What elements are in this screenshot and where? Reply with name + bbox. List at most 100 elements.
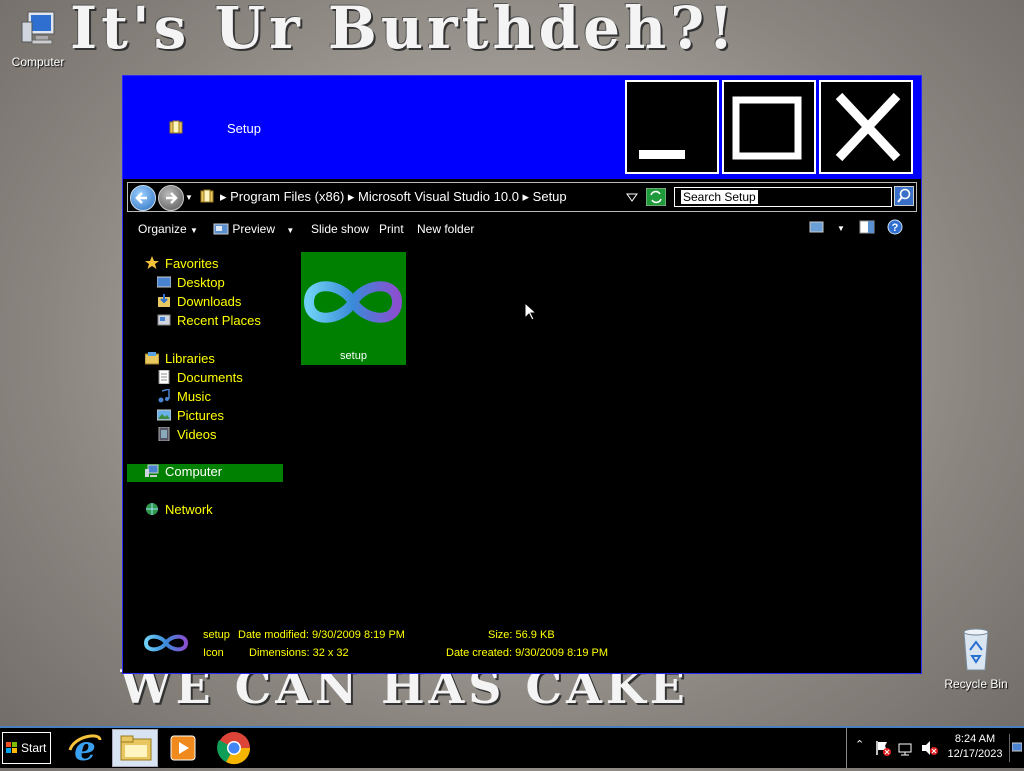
address-path[interactable]: ▸ Program Files (x86) ▸ Microsoft Visual… [220,189,567,205]
nav-favorites-label: Favorites [165,256,219,271]
title-bar[interactable]: Setup [123,76,921,179]
minimize-button[interactable] [625,80,719,174]
detail-date-created: Date created: 9/30/2009 8:19 PM [446,647,609,659]
detail-size: Size: 56.9 KB [488,629,555,641]
nav-favorites[interactable]: Favorites [145,256,218,274]
star-icon [145,256,159,270]
help-icon: ? [887,219,903,235]
print-button[interactable]: Print [379,222,404,236]
taskbar-internet-explorer[interactable]: e [66,729,104,769]
desktop-computer-label: Computer [11,55,65,69]
preview-pane-icon [859,220,875,234]
view-dropdown-icon[interactable]: ▼ [837,224,845,233]
network-icon [145,502,159,516]
start-label: Start [21,741,47,755]
internet-explorer-icon: e [68,729,102,769]
search-input[interactable]: Search Setup [674,187,892,207]
folder-icon [169,120,183,134]
forward-button[interactable] [158,185,184,211]
music-icon [157,388,171,403]
nav-desktop[interactable]: Desktop [156,275,225,293]
taskbar: Start e ⌃ 8:24 AM 12/17/2023 [0,726,1024,769]
visual-studio-infinity-icon [303,281,403,323]
volume-muted-icon[interactable] [921,740,939,756]
chrome-icon [217,732,251,765]
nav-libraries[interactable]: Libraries [144,351,215,369]
minimize-icon [639,150,685,159]
change-view-button[interactable] [809,220,825,237]
command-bar: Organize ▼ Preview ▼ Slide show Print Ne… [123,216,921,244]
nav-recent-places-label: Recent Places [177,313,261,328]
media-player-icon [170,735,196,761]
back-button[interactable] [130,185,156,211]
preview-pane-button[interactable] [859,220,875,237]
downloads-icon [157,294,171,308]
nav-computer-label: Computer [165,464,223,479]
desktop-computer-icon[interactable]: Computer [4,8,72,69]
nav-desktop-label: Desktop [177,275,225,290]
nav-network-label: Network [165,502,213,517]
maximize-button[interactable] [722,80,816,174]
mouse-cursor-icon [524,302,538,321]
view-icon [809,221,824,233]
arrow-right-icon [166,192,178,204]
nav-downloads[interactable]: Downloads [157,294,241,312]
nav-documents-label: Documents [177,370,243,385]
nav-videos[interactable]: Videos [157,426,217,445]
maximize-icon [732,96,802,160]
file-thumbnail-icon [143,634,189,652]
desktop-icon [156,275,172,289]
address-dropdown-icon[interactable] [626,193,638,203]
nav-downloads-label: Downloads [177,294,242,309]
recycle-bin-icon [963,628,989,671]
address-bar[interactable]: ▸ Program Files (x86) ▸ Microsoft Visual… [198,185,668,209]
arrow-left-icon [135,192,147,204]
nav-videos-label: Videos [177,427,217,442]
nav-network[interactable]: Network [145,502,213,520]
slideshow-button[interactable]: Slide show [311,222,369,236]
refresh-icon[interactable] [646,188,666,206]
nav-documents[interactable]: Documents [157,369,243,388]
organize-label: Organize [138,222,187,236]
preview-menu[interactable]: Preview ▼ [213,222,294,236]
file-item-setup[interactable]: setup [301,252,406,365]
search-icon [897,188,911,203]
new-folder-button[interactable]: New folder [417,222,474,236]
close-button[interactable] [819,80,913,174]
file-name-label: setup [340,350,367,362]
clock[interactable]: 8:24 AM 12/17/2023 [943,732,1007,762]
taskbar-chrome[interactable] [216,730,254,766]
search-button[interactable] [894,186,914,206]
desktop-recycle-bin[interactable]: Recycle Bin [938,626,1014,691]
recent-pages-dropdown-icon[interactable]: ▼ [185,193,193,202]
folder-icon [120,735,152,761]
network-status-icon[interactable] [897,740,913,756]
nav-computer[interactable]: Computer [127,464,283,482]
nav-music[interactable]: Music [157,388,211,407]
action-center-icon[interactable] [875,740,891,756]
detail-file-name: setup [203,629,230,641]
recent-places-icon [157,313,171,327]
system-tray: ⌃ 8:24 AM 12/17/2023 [846,728,1024,768]
start-button[interactable]: Start [2,732,51,764]
clock-date: 12/17/2023 [947,748,1003,760]
detail-file-type: Icon [203,647,224,659]
taskbar-media-player[interactable] [166,732,200,764]
show-hidden-icons-icon[interactable]: ⌃ [855,738,864,751]
organize-menu[interactable]: Organize ▼ [138,222,198,236]
nav-pictures-label: Pictures [177,408,224,423]
nav-recent-places[interactable]: Recent Places [157,313,261,331]
clock-time: 8:24 AM [954,733,996,745]
libraries-icon [144,351,160,365]
show-desktop-icon [1012,742,1022,752]
chevron-down-icon: ▼ [286,226,295,235]
pictures-icon [156,408,172,422]
nav-pictures[interactable]: Pictures [156,408,224,426]
show-desktop-button[interactable] [1009,734,1024,762]
help-button[interactable]: ? [887,219,903,238]
taskbar-windows-explorer[interactable] [112,729,158,767]
navigation-pane: Favorites Desktop Downloads Recent Place… [127,252,285,632]
documents-icon [157,369,171,385]
computer-icon [21,11,55,45]
details-pane: setup Icon Date modified: 9/30/2009 8:19… [123,616,921,672]
